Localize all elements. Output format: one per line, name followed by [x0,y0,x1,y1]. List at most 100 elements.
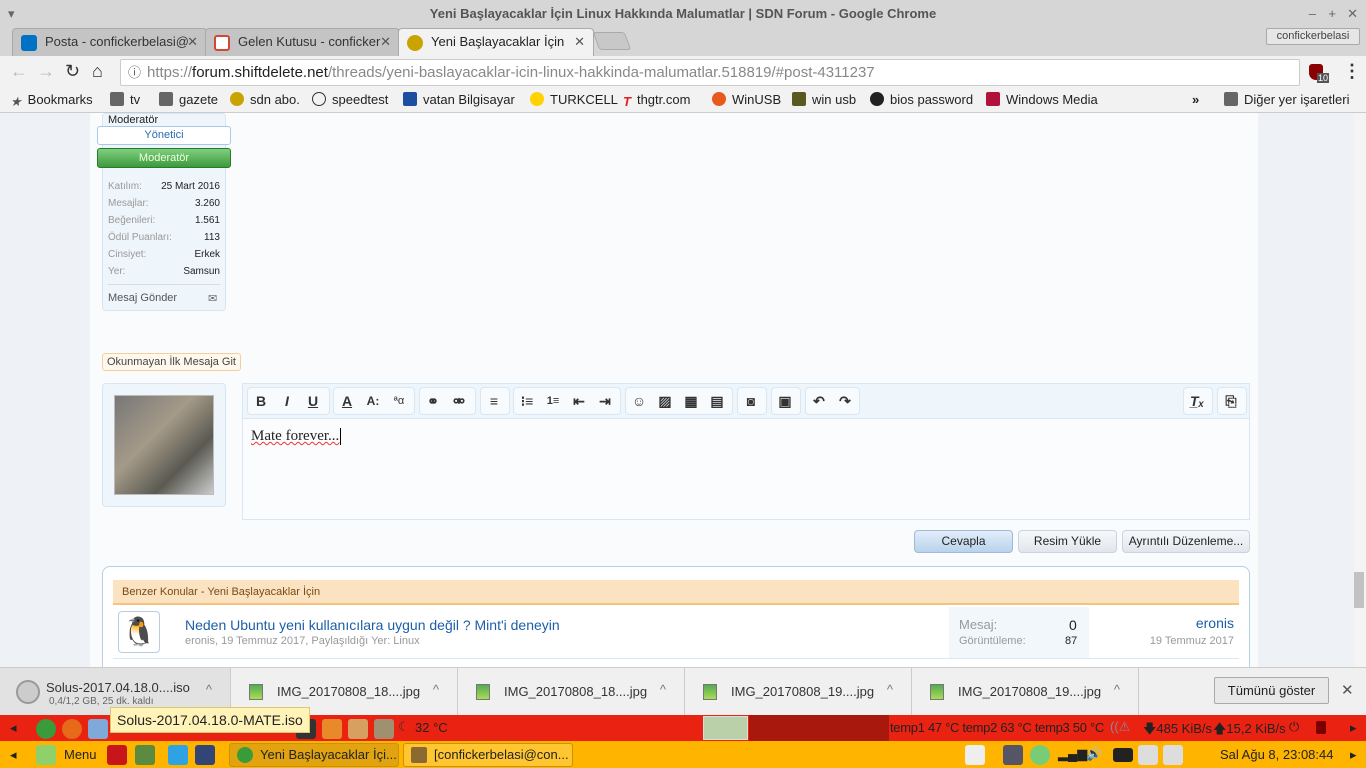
reply-button[interactable]: Cevapla [914,530,1013,553]
bbcode-toggle-icon[interactable]: ⎘ [1218,393,1244,410]
shield-icon[interactable] [1030,745,1050,765]
minimize-button[interactable]: – [1309,0,1316,28]
download-item[interactable]: IMG_20170808_19....jpg ^ [912,668,1139,716]
numbered-list-icon[interactable]: 1≡ [540,395,566,407]
envelope-icon[interactable]: ✉ [208,292,217,305]
bold-icon[interactable]: B [248,393,274,409]
update-manager-icon[interactable] [1003,745,1023,765]
camera-icon[interactable]: ◙ [738,393,764,409]
indent-icon[interactable]: ⇥ [592,393,618,410]
address-bar[interactable]: ⓘ https://forum.shiftdelete.net/threads/y… [120,59,1300,86]
bookmark-apps[interactable]: ★ Bookmarks [10,92,93,109]
workspace-switcher[interactable] [749,715,889,741]
drive-icon[interactable] [1163,745,1183,765]
drive-icon[interactable] [1138,745,1158,765]
font-family-icon[interactable]: ªα [386,395,412,407]
align-left-icon[interactable]: ≡ [481,393,507,409]
unlink-icon[interactable]: ⚮ [446,393,472,410]
bookmark-windows-media[interactable]: Windows Media [986,92,1098,107]
bookmarks-overflow-button[interactable]: » [1192,92,1199,107]
chevron-up-icon[interactable]: ^ [206,682,212,697]
bullet-list-icon[interactable]: ⁝≡ [514,393,540,410]
close-downloads-icon[interactable]: ✕ [1341,681,1354,699]
bookmark-speedtest[interactable]: speedtest [312,92,388,107]
opera-launcher-icon[interactable] [107,745,127,765]
tab-gmail[interactable]: Gelen Kutusu - conficker ✕ [205,28,400,56]
media-icon[interactable] [322,719,342,739]
panel-scroll-left-icon[interactable]: ◂ [10,747,17,763]
panel-scroll-right-icon[interactable]: ▸ [1350,720,1357,736]
bookmark-winusb[interactable]: WinUSB [712,92,781,107]
forward-icon[interactable]: → [37,61,55,82]
window-menu-button[interactable]: ▾ [8,0,15,28]
close-tab-icon[interactable]: ✕ [187,29,198,55]
panel-scroll-right-icon[interactable]: ▸ [1350,747,1357,763]
bookmark-sdn[interactable]: sdn abo. [230,92,300,107]
italic-icon[interactable]: I [274,393,300,409]
chevron-up-icon[interactable]: ^ [433,682,439,697]
bookmark-win-usb[interactable]: win usb [792,92,856,107]
send-message-link[interactable]: Mesaj Gönder [108,292,177,304]
notes-icon[interactable] [965,745,985,765]
chromium-launcher-icon[interactable] [88,719,108,739]
bookmark-thgtr[interactable]: Tthgtr.com [623,92,690,109]
battery-icon[interactable] [1113,748,1133,762]
thread-title-link[interactable]: Neden Ubuntu yeni kullanıcılara uygun de… [185,617,560,633]
download-item[interactable]: IMG_20170808_19....jpg ^ [685,668,912,716]
undo-icon[interactable]: ↶ [806,393,832,410]
download-item[interactable]: IMG_20170808_18....jpg ^ [458,668,685,716]
media-icon[interactable]: ▦ [678,393,704,410]
skype-launcher-icon[interactable] [168,745,188,765]
bookmark-folder-gazete[interactable]: gazete [159,92,218,107]
menu-button[interactable]: Menu [64,747,97,762]
maximize-button[interactable]: + [1328,0,1336,28]
bookmark-bios-password[interactable]: bios password [870,92,973,107]
bookmark-folder-tv[interactable]: tv [110,92,140,107]
link-icon[interactable]: ⚭ [420,393,446,410]
image-icon[interactable]: ▨ [652,393,678,410]
scrollbar-thumb[interactable] [1354,572,1364,608]
chevron-up-icon[interactable]: ^ [660,682,666,697]
power-icon[interactable]: ⏻ [1289,719,1299,735]
back-icon[interactable]: ← [10,61,28,82]
editor-text[interactable]: Mate forever... [251,428,342,445]
gimp-icon[interactable] [374,719,394,739]
code-icon[interactable]: ▤ [704,393,730,410]
network-icon[interactable]: ((⚠ [1110,719,1130,735]
unread-first-link[interactable]: Okunmayan İlk Mesaja Git [102,353,241,371]
last-poster-link[interactable]: eronis [1196,615,1234,631]
remove-format-icon[interactable]: T̲ₓ [1184,393,1210,409]
outdent-icon[interactable]: ⇤ [566,393,592,410]
mint-menu-icon[interactable] [36,745,56,765]
show-all-downloads-button[interactable]: Tümünü göster [1214,677,1329,704]
new-tab-button[interactable] [592,32,632,50]
home-icon[interactable]: ⌂ [92,61,103,82]
tab-outlook[interactable]: Posta - confickerbelasi@ ✕ [12,28,207,56]
save-draft-icon[interactable]: ▣ [772,393,798,410]
chrome-launcher-icon[interactable] [36,719,56,739]
menu-icon[interactable]: ⋮ [1343,61,1361,82]
chevron-up-icon[interactable]: ^ [887,682,893,697]
taskbar-chrome[interactable]: Yeni Başlayacaklar İçi... [229,743,399,767]
advanced-edit-button[interactable]: Ayrıntılı Düzenleme... [1122,530,1250,553]
close-tab-icon[interactable]: ✕ [380,29,391,55]
bookmark-vatan[interactable]: vatan Bilgisayar [403,92,515,107]
signal-icon[interactable]: ▂▄▆ [1058,746,1087,762]
text-color-icon[interactable]: A [334,393,360,409]
chrome-window-button[interactable] [703,716,748,740]
tab-sdn-forum[interactable]: Yeni Başlayacaklar İçin ✕ [398,28,594,56]
font-size-icon[interactable]: A: [360,394,386,408]
lock-icon[interactable] [1316,721,1326,734]
files-launcher-icon[interactable] [135,745,155,765]
profile-button[interactable]: confickerbelasi [1266,28,1360,45]
bookmark-turkcell[interactable]: TURKCELL [530,92,618,107]
upload-image-button[interactable]: Resim Yükle [1018,530,1117,553]
underline-icon[interactable]: U [300,393,326,409]
clock[interactable]: Sal Ağu 8, 23:08:44 [1220,747,1333,762]
image-viewer-icon[interactable] [348,719,368,739]
taskbar-terminal[interactable]: [confickerbelasi@con... [403,743,573,767]
close-window-button[interactable]: ✕ [1347,0,1358,28]
chevron-up-icon[interactable]: ^ [1114,682,1120,697]
redo-icon[interactable]: ↷ [832,393,858,410]
smiley-icon[interactable]: ☺ [626,393,652,409]
